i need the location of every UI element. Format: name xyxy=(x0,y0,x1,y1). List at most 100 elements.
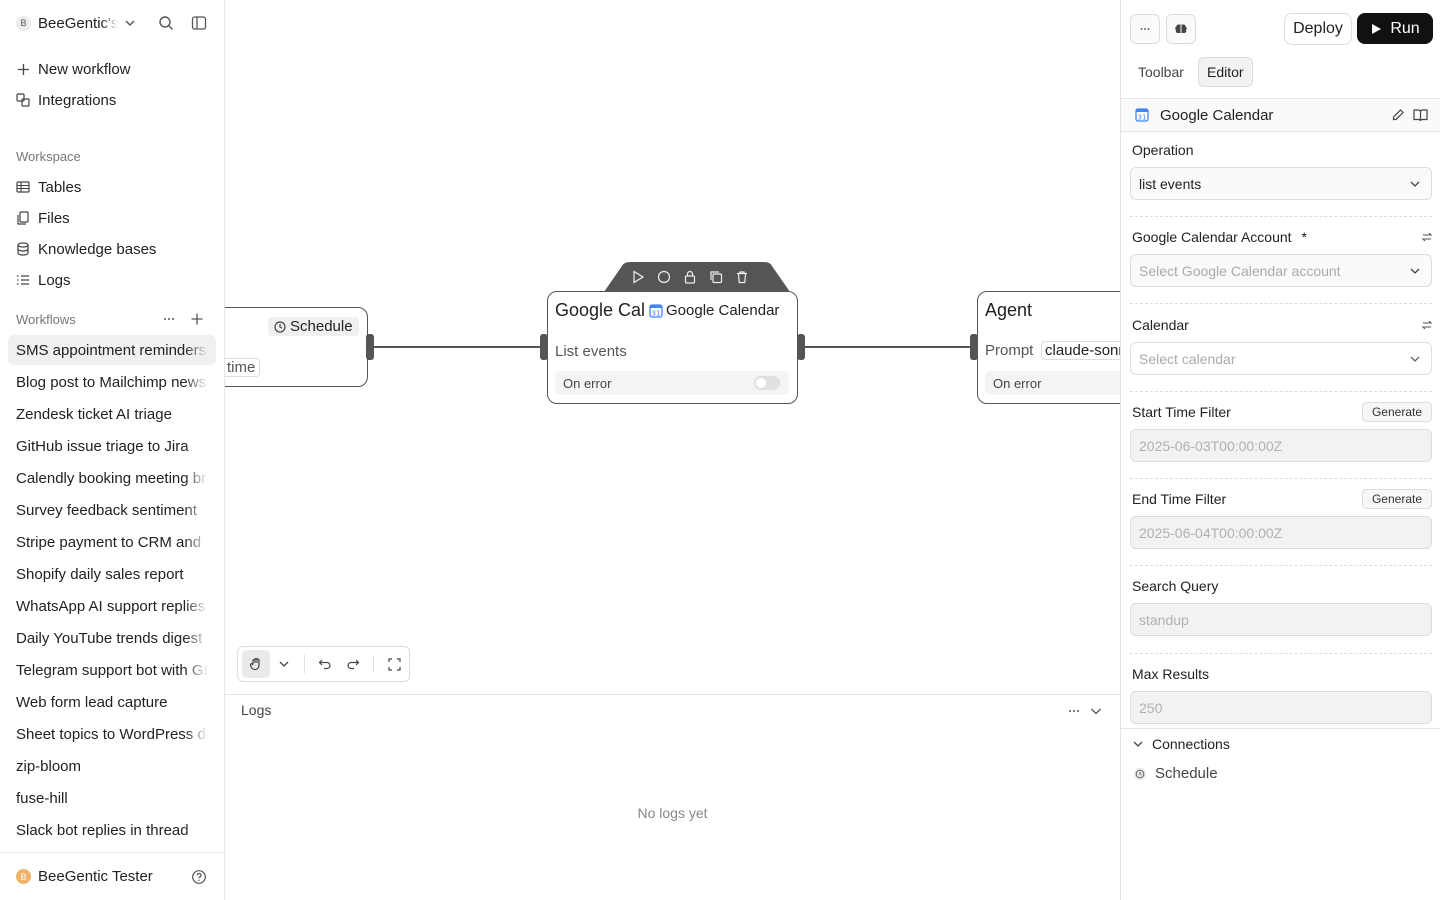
workflow-item[interactable]: Blog post to Mailchimp newsletter xyxy=(8,367,216,397)
fullscreen-icon xyxy=(387,657,401,671)
agent-node[interactable]: Agent Prompt claude-sonnet On error xyxy=(977,291,1120,404)
generate-start-time-button[interactable]: Generate xyxy=(1362,402,1432,422)
hand-tool-button[interactable] xyxy=(242,650,270,678)
sidebar-item-label: Tables xyxy=(38,178,82,196)
workflow-item[interactable]: WhatsApp AI support replies xyxy=(8,591,216,621)
more-button[interactable] xyxy=(1130,14,1160,44)
disable-node-icon[interactable] xyxy=(656,269,672,285)
operation-label: Operation xyxy=(1132,142,1194,158)
fit-view-button[interactable] xyxy=(380,650,408,678)
workflow-item[interactable]: zip-bloom xyxy=(8,751,216,781)
logs-more-icon[interactable] xyxy=(1067,704,1081,718)
workflow-item[interactable]: Slack bot replies in thread xyxy=(8,815,216,845)
sidebar-item-tables[interactable]: Tables xyxy=(8,173,216,201)
workflow-item[interactable]: fuse-hill xyxy=(8,783,216,813)
workflows-section-label: Workflows xyxy=(16,312,76,327)
sidebar-toggle-icon[interactable] xyxy=(191,15,207,31)
max-results-input[interactable]: 250 xyxy=(1130,691,1432,724)
run-button[interactable]: Run xyxy=(1357,13,1433,44)
user-menu[interactable]: B BeeGentic Tester xyxy=(0,852,224,900)
divider xyxy=(1130,391,1432,392)
node-title: Agent xyxy=(985,300,1033,320)
workflow-item[interactable]: Stripe payment to CRM and xyxy=(8,527,216,557)
play-icon xyxy=(1370,23,1382,35)
integrations-link[interactable]: Integrations xyxy=(8,86,216,114)
generate-end-time-button[interactable]: Generate xyxy=(1362,489,1432,509)
operation-select[interactable]: list events xyxy=(1130,167,1432,200)
table-icon xyxy=(16,180,30,194)
search-query-label: Search Query xyxy=(1132,578,1219,594)
database-icon xyxy=(16,242,30,256)
workflows-more-icon[interactable] xyxy=(162,312,176,326)
chevron-down-icon[interactable] xyxy=(124,17,136,29)
search-query-input[interactable]: standup xyxy=(1130,603,1432,636)
tool-menu-button[interactable] xyxy=(270,650,298,678)
workflow-item[interactable]: Shopify daily sales report xyxy=(8,559,216,589)
sidebar: B BeeGentic's New workflow Integrations … xyxy=(0,0,225,900)
rename-icon[interactable] xyxy=(1391,108,1405,122)
sidebar-item-files[interactable]: Files xyxy=(8,204,216,232)
connections-toggle[interactable]: Connections xyxy=(1132,736,1230,752)
workflow-item[interactable]: Survey feedback sentiment xyxy=(8,495,216,525)
account-select[interactable]: Select Google Calendar account xyxy=(1130,254,1432,287)
sidebar-item-knowledge-bases[interactable]: Knowledge bases xyxy=(8,235,216,263)
undo-button[interactable] xyxy=(311,650,339,678)
copilot-button[interactable] xyxy=(1166,14,1196,44)
duplicate-icon[interactable] xyxy=(708,269,724,285)
nav-label: New workflow xyxy=(38,60,131,78)
deploy-button[interactable]: Deploy xyxy=(1284,13,1352,45)
calendar-select[interactable]: Select calendar xyxy=(1130,342,1432,375)
workflow-item[interactable]: SMS appointment reminders xyxy=(8,335,216,365)
node-operation: List events xyxy=(555,343,627,360)
schedule-node[interactable]: Schedule time xyxy=(225,307,368,387)
workflow-item[interactable]: Telegram support bot with GPT xyxy=(8,655,216,685)
sidebar-item-logs[interactable]: Logs xyxy=(8,266,216,294)
workflow-item[interactable]: Daily YouTube trends digest xyxy=(8,623,216,653)
docs-icon[interactable] xyxy=(1413,108,1428,122)
connection-item[interactable]: Schedule xyxy=(1134,765,1218,782)
end-time-label: End Time Filter xyxy=(1132,491,1227,507)
add-workflow-icon[interactable] xyxy=(190,312,204,326)
workflow-item[interactable]: GitHub issue triage to Jira xyxy=(8,431,216,461)
google-calendar-node[interactable]: Google Calendar 31 Google Calendar List … xyxy=(547,291,798,404)
chevron-down-icon xyxy=(1409,178,1421,190)
trash-icon[interactable] xyxy=(734,269,750,285)
search-icon[interactable] xyxy=(158,15,174,31)
run-node-icon[interactable] xyxy=(630,269,646,285)
divider xyxy=(373,655,374,673)
tab-toolbar[interactable]: Toolbar xyxy=(1130,57,1192,87)
nav-label: Integrations xyxy=(38,91,117,109)
editor-panel: Deploy Run Toolbar Editor 31 Google Cale… xyxy=(1120,0,1440,900)
workflow-canvas[interactable]: Schedule time Google Calendar 31 Google … xyxy=(225,0,1120,694)
chevron-down-icon[interactable] xyxy=(1089,704,1103,718)
workflow-item[interactable]: Zendesk ticket AI triage xyxy=(8,399,216,429)
help-icon[interactable] xyxy=(191,869,207,885)
tab-editor[interactable]: Editor xyxy=(1198,57,1253,87)
prompt-label: Prompt xyxy=(985,342,1034,359)
chevron-down-icon xyxy=(1132,738,1144,750)
switch-mode-icon[interactable] xyxy=(1421,319,1433,331)
block-header: 31 Google Calendar xyxy=(1121,98,1440,132)
node-type-badge: 31 Google Calendar xyxy=(649,302,780,319)
workspace-switcher[interactable]: B BeeGentic's xyxy=(16,12,216,34)
redo-button[interactable] xyxy=(339,650,367,678)
workflow-item[interactable]: Sheet topics to WordPress drafts xyxy=(8,719,216,749)
calendar-output-handle[interactable] xyxy=(797,334,805,360)
schedule-output-handle[interactable] xyxy=(366,334,374,360)
block-title: Google Calendar xyxy=(1160,106,1274,124)
on-error-toggle[interactable] xyxy=(754,376,780,390)
workflow-item[interactable]: Web form lead capture xyxy=(8,687,216,717)
switch-mode-icon[interactable] xyxy=(1421,231,1433,243)
divider xyxy=(304,655,305,673)
logs-empty-state: No logs yet xyxy=(637,805,708,821)
on-error-row: On error xyxy=(555,371,789,395)
lock-icon[interactable] xyxy=(682,269,698,285)
on-error-row: On error xyxy=(985,371,1120,395)
edge-schedule-to-calendar xyxy=(373,346,543,348)
chevron-down-icon xyxy=(278,658,290,670)
model-badge: claude-sonnet xyxy=(1041,341,1120,360)
workflow-item[interactable]: Calendly booking meeting brief xyxy=(8,463,216,493)
start-time-input[interactable]: 2025-06-03T00:00:00Z xyxy=(1130,429,1432,462)
end-time-input[interactable]: 2025-06-04T00:00:00Z xyxy=(1130,516,1432,549)
new-workflow-button[interactable]: New workflow xyxy=(8,55,216,83)
